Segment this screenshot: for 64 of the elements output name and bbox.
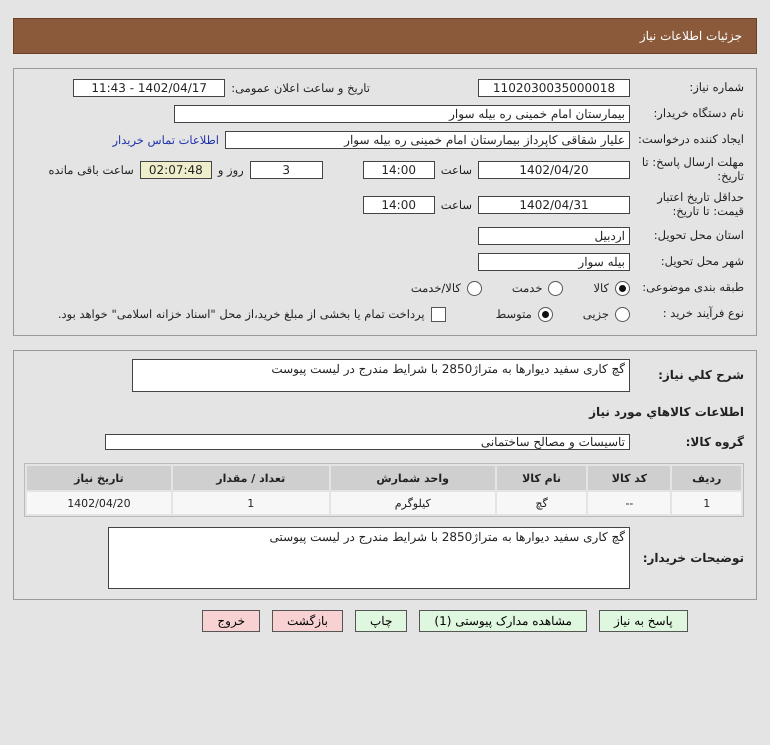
radio-button[interactable]: [615, 306, 630, 322]
action-button[interactable]: پاسخ به نیاز: [598, 610, 688, 632]
announce-date-field: 1402/04/17 - 11:43: [73, 79, 226, 97]
radio-button[interactable]: [538, 306, 553, 322]
date-field: 1402/04/20: [478, 161, 630, 179]
action-button[interactable]: بازگشت: [272, 610, 343, 632]
field-label: ساعت باقی مانده: [48, 163, 134, 177]
buyer-notes-box: گچ کاری سفید دیوارها به متراژ2850 با شرایط مندرج در لیست پیوستی: [108, 527, 630, 589]
section-heading: اطلاعات کالاهاي مورد نیاز: [588, 405, 744, 419]
field-label: طبقه بندی موضوعی:: [641, 281, 744, 295]
payment-note: پرداخت تمام یا بخشی از مبلغ خرید،از محل "اسناد خزانه اسلامی" خواهد بود.: [58, 307, 425, 321]
field-label: ایجاد کننده درخواست:: [637, 133, 744, 147]
remaining-time-field: 02:07:48: [140, 161, 212, 179]
page-title: جزئیات اطلاعات نیاز: [640, 29, 742, 43]
field-label: ساعت: [440, 198, 472, 212]
column-header: ردیف: [672, 466, 741, 490]
field-label: توضیحات خریدار:: [642, 550, 744, 566]
date-field: 1402/04/31: [478, 196, 630, 214]
time-field: 14:00: [362, 196, 435, 214]
table-cell: 1402/04/20: [27, 492, 171, 514]
province-field: اردبیل: [478, 227, 630, 245]
table-cell: کیلوگرم: [330, 492, 495, 514]
action-button[interactable]: چاپ: [355, 610, 408, 632]
radio-button[interactable]: [548, 280, 564, 296]
goods-group-field: تاسیسات و مصالح ساختمانی: [105, 434, 630, 450]
action-button[interactable]: مشاهده مدارک پیوستی (1): [419, 610, 587, 632]
column-header: تاریخ نیاز: [27, 466, 171, 490]
days-field: 3: [250, 161, 323, 179]
field-label: استان محل تحویل:: [652, 229, 744, 243]
buyer-contact-link[interactable]: اطلاعات تماس خریدار: [112, 133, 219, 147]
time-field: 14:00: [362, 161, 435, 179]
column-header: کد کالا: [588, 466, 670, 490]
option-label: متوسط: [496, 307, 532, 321]
need-number-field: 1102030035000018: [478, 79, 630, 97]
requester-field: علیار شقاقی کاپرداز بیمارستان امام خمینی ره بیله سوار: [225, 131, 630, 149]
option-label: کالا: [593, 281, 609, 295]
field-label: روز و: [218, 163, 244, 177]
city-field: بیله سوار: [478, 253, 630, 271]
description-box: گچ کاری سفید دیوارها به متراژ2850 با شرایط مندرج در لیست پیوست: [132, 358, 630, 392]
field-label: تاریخ و ساعت اعلان عمومی:: [231, 81, 370, 95]
field-label: گروه کالا:: [684, 434, 744, 450]
field-label: شرح کلي نیاز:: [657, 368, 744, 382]
column-header: نام کالا: [496, 466, 586, 490]
field-label: ساعت: [440, 163, 472, 177]
table-cell: --: [588, 492, 670, 514]
action-button[interactable]: خروج: [202, 610, 260, 632]
field-label: نام دستگاه خریدار:: [652, 107, 744, 121]
field-label: شهر محل تحویل:: [660, 255, 744, 269]
buyer-org-field: بیمارستان امام خمینی ره بیله سوار: [174, 105, 630, 123]
field-label: حداقل تاریخ اعتبار قیمت: تا تاریخ:: [656, 191, 744, 219]
column-header: واحد شمارش: [330, 466, 495, 490]
table-cell: 1: [672, 492, 741, 514]
option-label: خدمت: [512, 281, 542, 295]
field-label: مهلت ارسال پاسخ: تا تاریخ:: [640, 156, 744, 184]
column-header: تعداد / مقدار: [172, 466, 329, 490]
checkbox[interactable]: [430, 306, 446, 322]
option-label: کالا/خدمت: [410, 281, 461, 295]
field-label: نوع فرآیند خرید :: [662, 307, 744, 321]
table-cell: گچ: [496, 492, 586, 514]
table-cell: 1: [172, 492, 329, 514]
field-label: شماره نیاز:: [688, 81, 744, 95]
option-label: جزیی: [582, 307, 609, 321]
radio-button[interactable]: [615, 280, 630, 296]
radio-button[interactable]: [466, 280, 482, 296]
